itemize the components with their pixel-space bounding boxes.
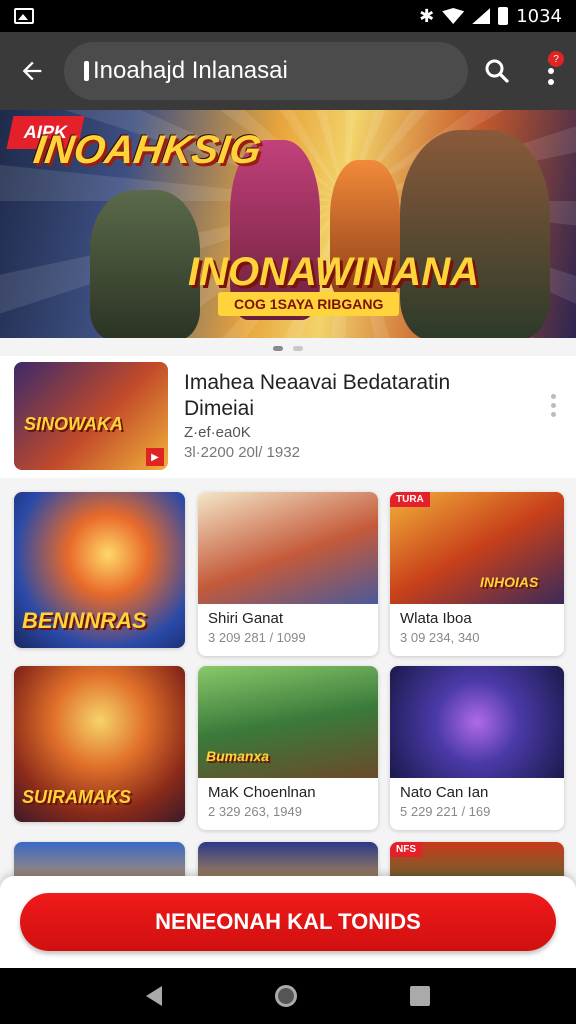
more-vert-icon[interactable] xyxy=(551,394,556,417)
game-card-title: MaK Choenlnan xyxy=(208,784,316,801)
game-card[interactable]: BENNNRAS xyxy=(14,492,185,648)
app-bar: Inoahajd Inlanasai ? xyxy=(0,32,576,110)
featured-thumbnail: SINOWAKA ▶ xyxy=(14,362,168,470)
game-card[interactable]: Shiri Ganat 3 209 281 / 1099 xyxy=(198,492,378,656)
nav-home-icon[interactable] xyxy=(274,985,297,1007)
hero-character xyxy=(90,190,200,338)
play-icon: ▶ xyxy=(146,448,164,466)
featured-item[interactable]: SINOWAKA ▶ Imahea Neaavai Bedataratin Di… xyxy=(0,356,576,478)
bottom-sheet: NENEONAH KAL TONIDS xyxy=(0,876,576,968)
hero-title: INOAHKSIG xyxy=(30,128,264,172)
carousel-indicator xyxy=(0,346,576,351)
game-card-meta: 3 09 234, 340 xyxy=(400,630,480,645)
game-card-title: Nato Can Ian xyxy=(400,784,489,801)
signal-icon xyxy=(472,8,491,24)
game-card-tag: NFS xyxy=(390,842,422,857)
hero-subtitle: INONAWINANA xyxy=(188,250,480,294)
system-nav-bar xyxy=(0,968,576,1024)
overflow-menu-button[interactable]: ? xyxy=(526,39,576,103)
game-card-title: Wlata Iboa xyxy=(400,610,472,627)
game-card-tag: TURA xyxy=(390,492,430,507)
game-card[interactable]: Nato Can Ian 5 229 221 / 169 xyxy=(390,666,564,830)
game-card-art: BENNNRAS xyxy=(14,492,185,648)
clock: 1034 xyxy=(516,5,562,27)
app-screen: ✱ 1034 Inoahajd Inlanasai ? AIPK INOAHKS… xyxy=(0,0,576,1024)
nav-recents-icon[interactable] xyxy=(409,986,430,1006)
featured-thumbnail-label: SINOWAKA xyxy=(24,414,123,434)
battery-icon xyxy=(498,7,509,25)
game-card-art-label: SUIRAMAKS xyxy=(22,787,132,807)
search-field[interactable]: Inoahajd Inlanasai xyxy=(64,42,468,100)
featured-title: Imahea Neaavai Bedataratin Dimeiai xyxy=(184,371,451,420)
wifi-icon xyxy=(442,8,465,24)
search-button[interactable] xyxy=(468,39,526,103)
game-card-meta: 5 229 221 / 169 xyxy=(400,804,491,819)
status-bar: ✱ 1034 xyxy=(0,0,576,32)
hero-tagline: COG 1SAYA RIBGANG xyxy=(218,292,400,316)
featured-meta: Z·ef·ea0K xyxy=(184,424,251,441)
game-card[interactable]: Bumanxa MaK Choenlnan 2 329 263, 1949 xyxy=(198,666,378,830)
search-query: Inoahajd Inlanasai xyxy=(93,57,288,84)
featured-meta: 3l·2200 20l/ 1932 xyxy=(184,444,300,461)
back-arrow-icon xyxy=(22,61,42,81)
game-card-art-label: Bumanxa xyxy=(206,748,270,764)
image-icon xyxy=(14,8,34,24)
notification-badge: ? xyxy=(548,51,564,67)
game-card-art-label: BENNNRAS xyxy=(22,608,147,633)
carousel-dot-active[interactable] xyxy=(273,346,283,351)
bluetooth-icon: ✱ xyxy=(419,5,435,27)
game-card[interactable]: TURA INHOIAS Wlata Iboa 3 09 234, 340 xyxy=(390,492,564,656)
game-card[interactable]: SUIRAMAKS xyxy=(14,666,185,822)
game-card-meta: 2 329 263, 1949 xyxy=(208,804,302,819)
game-card-art-label: INHOIAS xyxy=(480,574,539,590)
text-cursor xyxy=(84,61,89,81)
carousel-dot[interactable] xyxy=(293,346,303,351)
back-button[interactable] xyxy=(0,39,64,103)
game-card-art: Bumanxa xyxy=(198,666,378,778)
hero-character xyxy=(400,130,550,338)
game-card-art: TURA INHOIAS xyxy=(390,492,564,604)
game-card-art xyxy=(390,666,564,778)
search-icon xyxy=(485,59,509,83)
primary-action-button[interactable]: NENEONAH KAL TONIDS xyxy=(20,893,556,951)
game-card-art xyxy=(198,492,378,604)
game-card-title: Shiri Ganat xyxy=(208,610,284,627)
game-card-meta: 3 209 281 / 1099 xyxy=(208,630,306,645)
nav-back-icon[interactable] xyxy=(146,986,163,1006)
game-card-art: SUIRAMAKS xyxy=(14,666,185,822)
